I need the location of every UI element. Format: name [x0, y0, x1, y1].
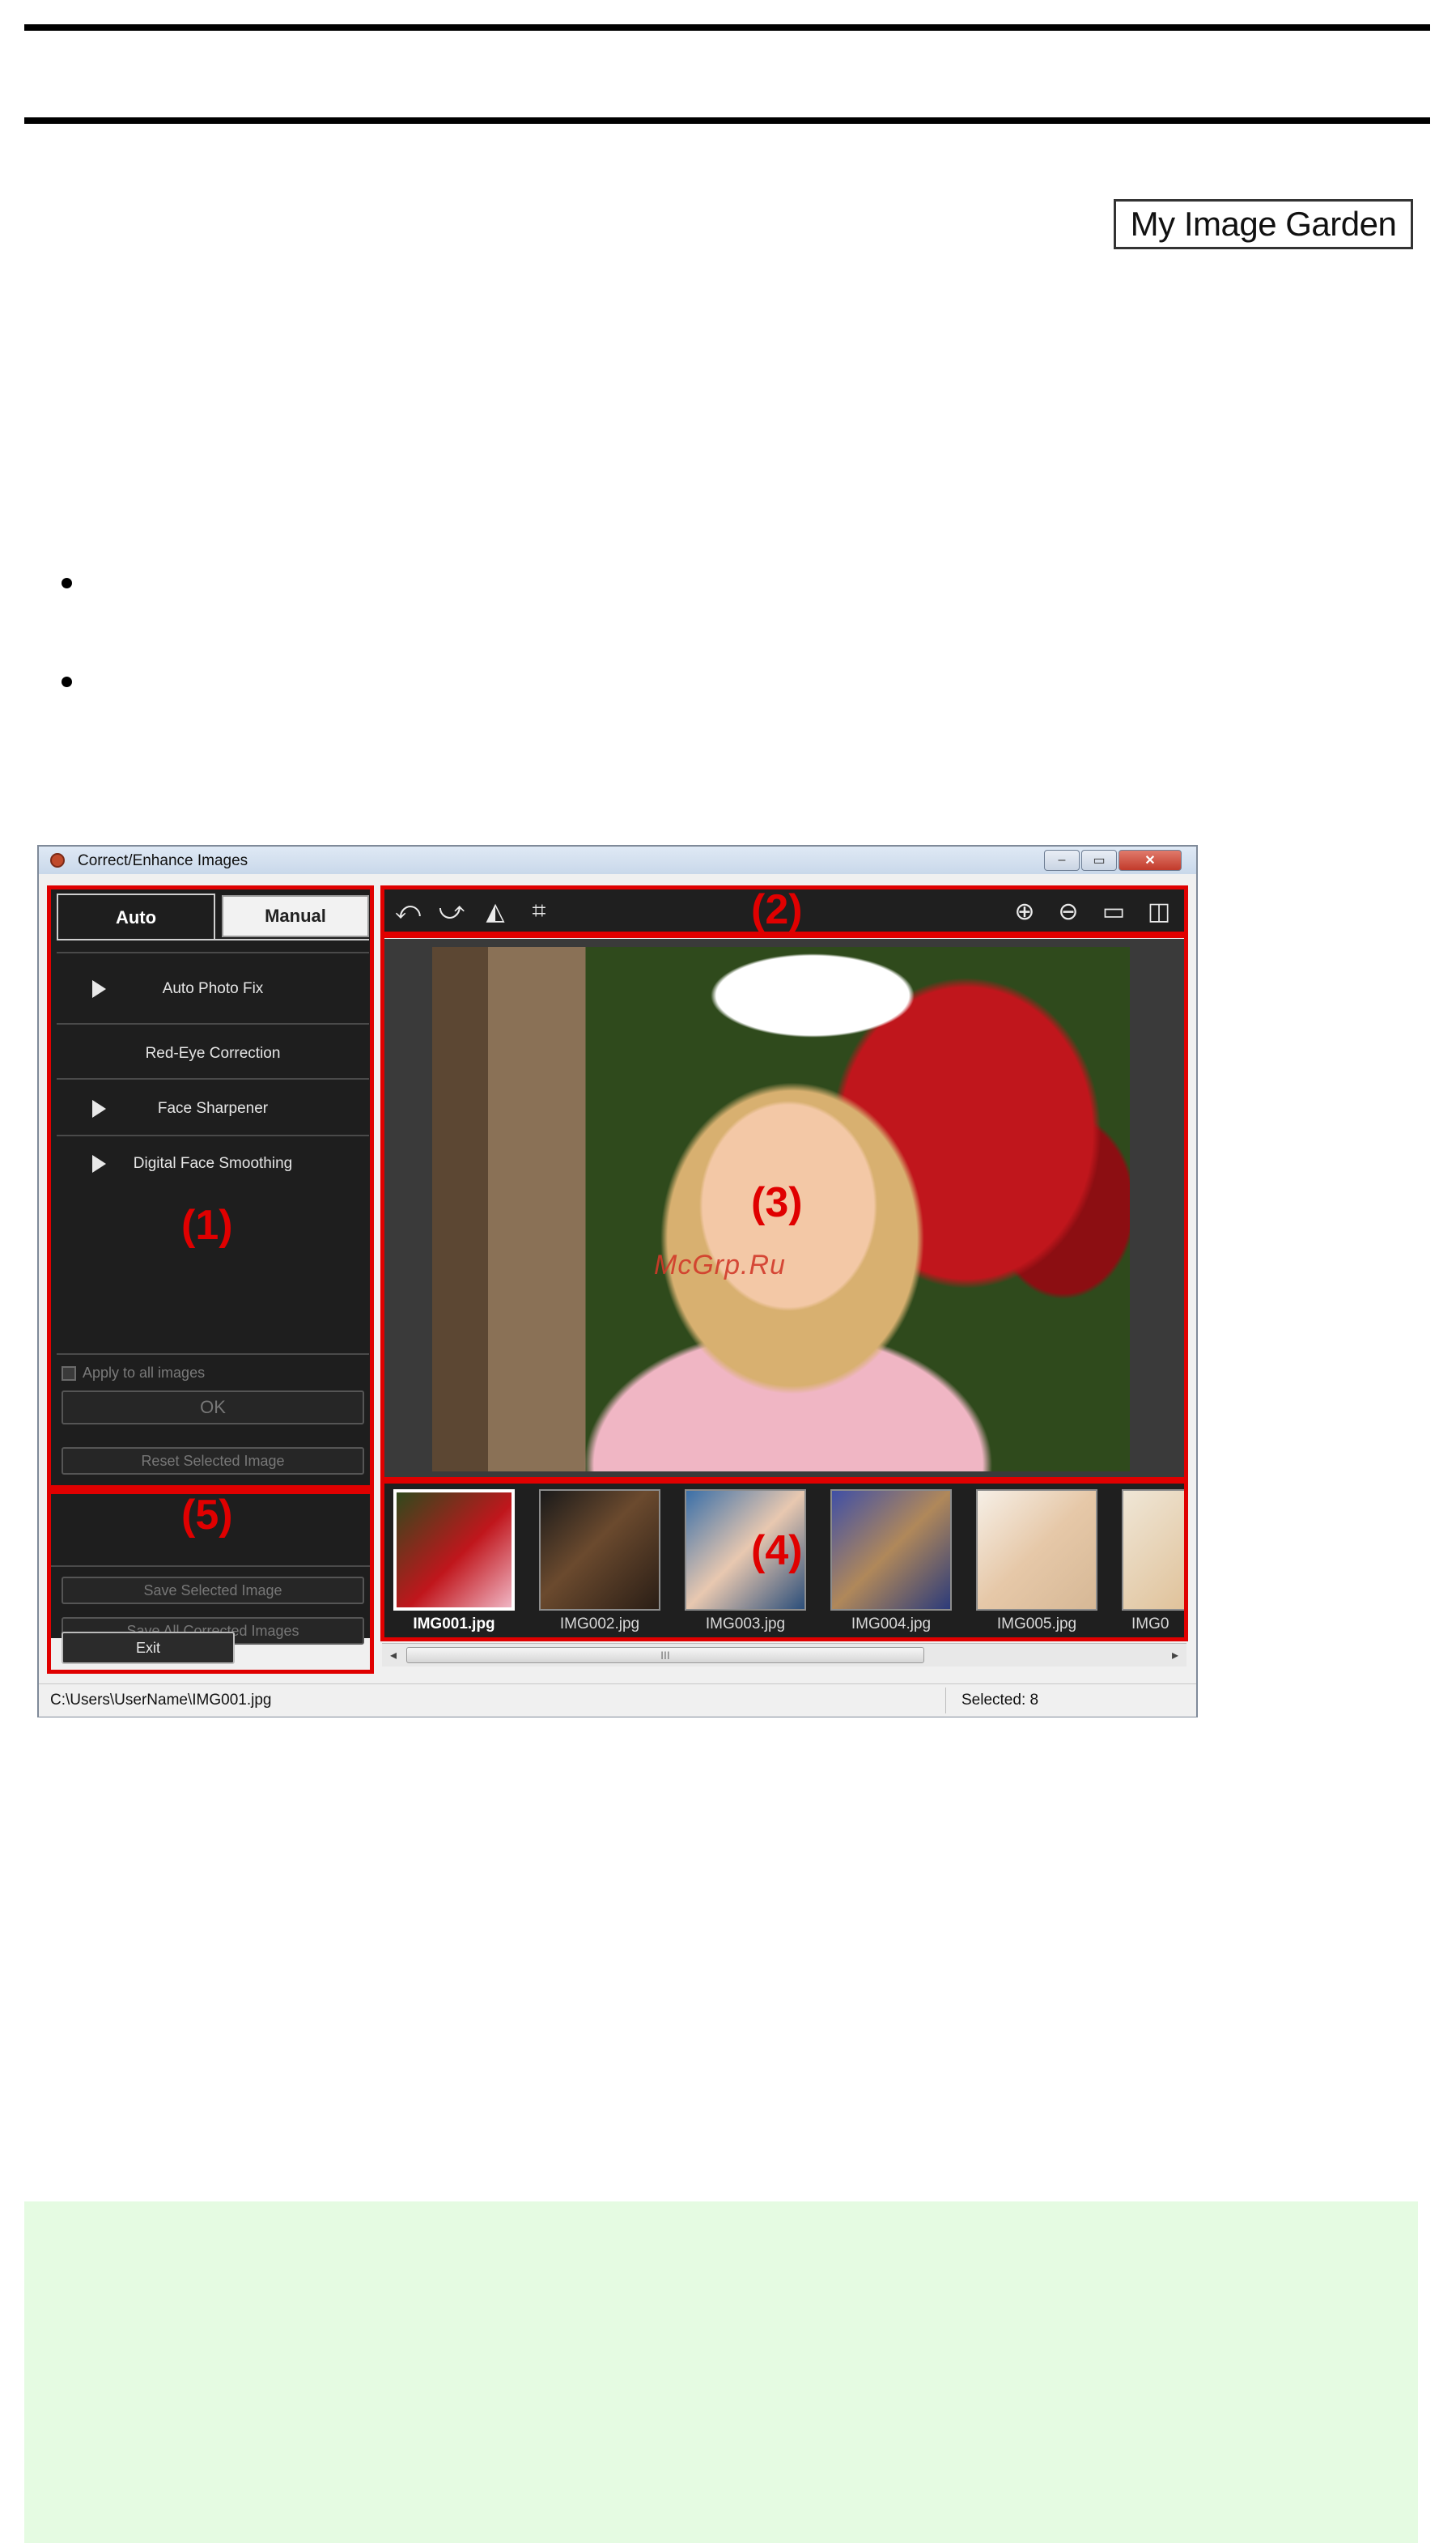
divider [57, 1353, 369, 1355]
callout-1: (1) [181, 1202, 233, 1249]
scrollbar-thumb[interactable]: III [406, 1647, 924, 1663]
expand-arrow-icon [92, 1155, 106, 1173]
auto-photo-fix-item[interactable]: Auto Photo Fix [57, 965, 369, 1013]
bullet-marker-1 [62, 578, 72, 588]
note-box [24, 2201, 1418, 2543]
auto-photo-fix-label: Auto Photo Fix [162, 980, 264, 997]
thumbnail-img005[interactable] [976, 1489, 1097, 1611]
callout-2: (2) [751, 886, 803, 933]
thumbnail-img004[interactable] [830, 1489, 952, 1611]
status-bar: C:\Users\UserName\IMG001.jpg Selected: 8 [39, 1683, 1196, 1717]
zoom-in-icon[interactable]: ⊕ [1010, 897, 1039, 926]
thumbnail-label: IMG0 [1131, 1615, 1169, 1632]
minimize-button[interactable]: – [1044, 850, 1080, 871]
red-eye-correction-item[interactable]: Red-Eye Correction [57, 1030, 369, 1078]
ok-button[interactable]: OK [62, 1390, 364, 1424]
apply-all-label: Apply to all images [83, 1365, 206, 1381]
digital-face-smoothing-item[interactable]: Digital Face Smoothing [57, 1140, 369, 1188]
apply-all-row[interactable]: Apply to all images [62, 1365, 205, 1382]
reset-selected-image-button[interactable]: Reset Selected Image [62, 1447, 364, 1475]
product-badge: My Image Garden [1114, 199, 1413, 249]
thumbnail-img001[interactable] [393, 1489, 515, 1611]
compare-icon[interactable]: ◫ [1144, 897, 1174, 926]
full-screen-icon[interactable]: ▭ [1099, 897, 1128, 926]
expand-arrow-icon [92, 1100, 106, 1118]
scroll-right-icon[interactable]: ▸ [1164, 1644, 1186, 1666]
section-rule [24, 117, 1430, 124]
rotate-left-icon[interactable]: ⤺ [393, 897, 422, 926]
crop-icon[interactable]: ⌗ [524, 897, 554, 926]
exit-button[interactable]: Exit [62, 1632, 235, 1664]
callout-4: (4) [751, 1527, 803, 1574]
thumbnail-img002[interactable] [539, 1489, 660, 1611]
correct-enhance-window: Correct/Enhance Images – ▭ ✕ Auto Manual… [37, 845, 1198, 1717]
divider [57, 1135, 369, 1136]
zoom-out-icon[interactable]: ⊖ [1054, 897, 1083, 926]
window-title: Correct/Enhance Images [78, 852, 248, 869]
status-file-path: C:\Users\UserName\IMG001.jpg [50, 1692, 272, 1709]
face-sharpener-label: Face Sharpener [157, 1100, 269, 1117]
top-rule [24, 24, 1430, 31]
thumbnail-scrollbar[interactable]: ◂ III ▸ [382, 1643, 1186, 1666]
apply-all-checkbox[interactable] [62, 1365, 76, 1381]
rotate-right-icon[interactable]: ⤻ [437, 897, 466, 926]
divider [57, 952, 369, 953]
status-selected-count: Selected: 8 [961, 1692, 1039, 1709]
save-selected-image-button[interactable]: Save Selected Image [62, 1577, 364, 1604]
tab-manual[interactable]: Manual [222, 895, 369, 937]
red-eye-correction-label: Red-Eye Correction [145, 1045, 281, 1062]
watermark-text: McGrp.Ru [654, 1250, 786, 1280]
expand-arrow-icon [92, 980, 106, 998]
status-divider [945, 1688, 946, 1713]
maximize-button[interactable]: ▭ [1081, 850, 1117, 871]
thumbnail-label: IMG002.jpg [559, 1615, 640, 1632]
callout-3: (3) [751, 1179, 803, 1226]
window-titlebar: Correct/Enhance Images – ▭ ✕ [39, 847, 1196, 874]
flip-horizontal-icon[interactable]: ◭ [481, 897, 510, 926]
thumbnail-img006[interactable] [1122, 1489, 1186, 1611]
divider [49, 1565, 372, 1567]
app-icon [50, 853, 65, 868]
thumbnail-label: IMG001.jpg [413, 1615, 495, 1632]
tab-auto[interactable]: Auto [57, 894, 215, 940]
divider [57, 1023, 369, 1025]
tab-divider [57, 939, 369, 940]
scroll-left-icon[interactable]: ◂ [382, 1644, 405, 1666]
callout-5: (5) [181, 1492, 233, 1539]
face-sharpener-item[interactable]: Face Sharpener [57, 1085, 369, 1133]
thumbnail-label: IMG004.jpg [851, 1615, 932, 1632]
thumbnail-label: IMG005.jpg [996, 1615, 1077, 1632]
divider [57, 1078, 369, 1080]
digital-face-smoothing-label: Digital Face Smoothing [133, 1155, 293, 1172]
bullet-marker-2 [62, 677, 72, 687]
thumbnail-label: IMG003.jpg [705, 1615, 786, 1632]
close-button[interactable]: ✕ [1119, 850, 1182, 871]
